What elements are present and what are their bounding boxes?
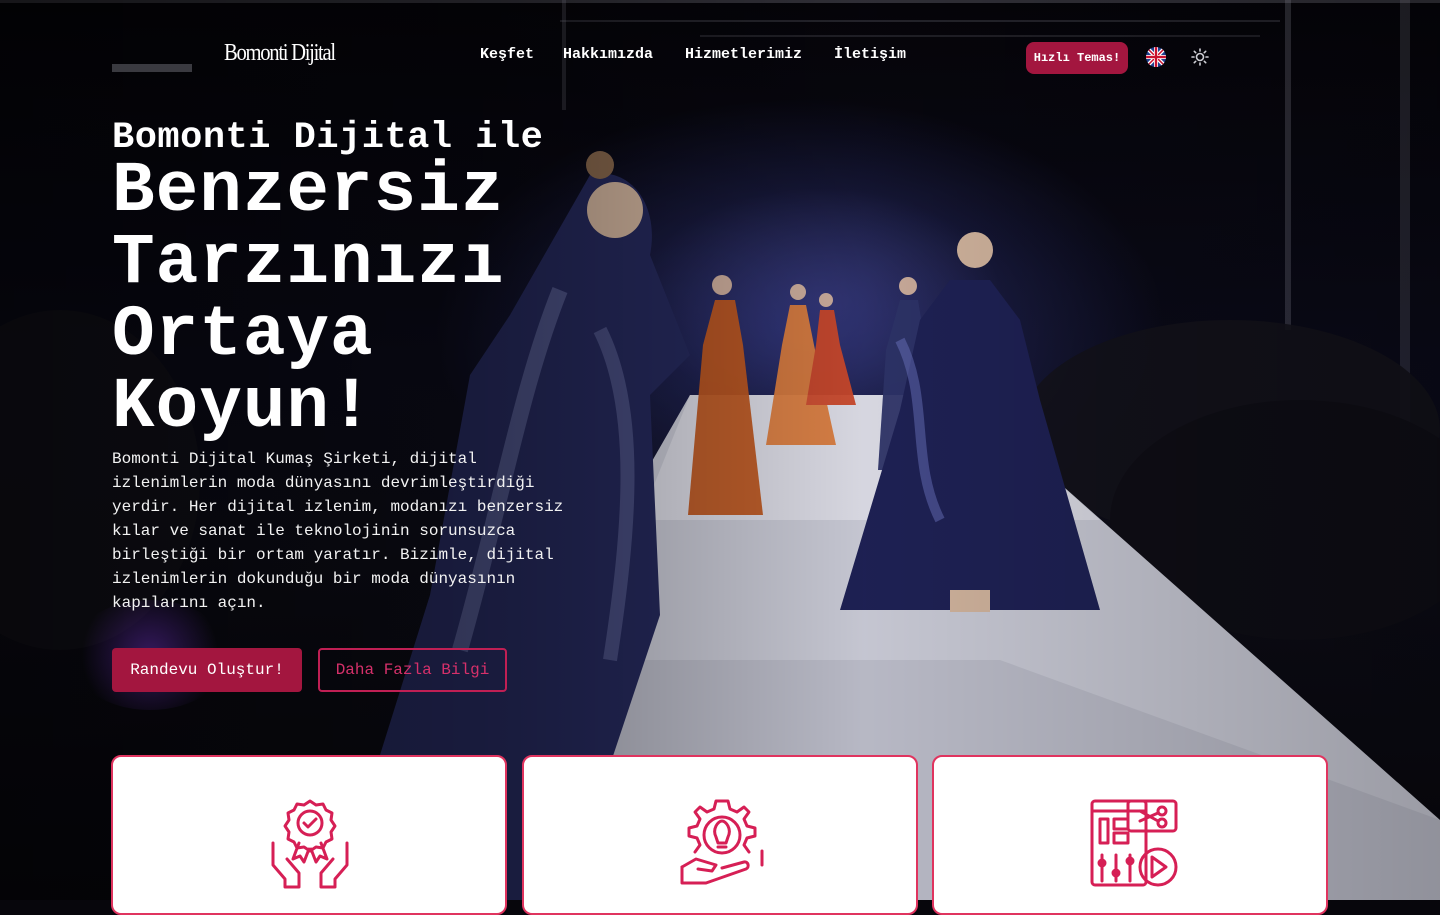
main-menu: Keşfet Hakkımızda Hizmetlerimiz İletişim bbox=[480, 46, 938, 63]
menu-toggle-bar[interactable] bbox=[112, 64, 192, 72]
brand-logo[interactable]: Bomonti Dijital bbox=[224, 40, 336, 67]
feature-card-2[interactable] bbox=[522, 755, 918, 915]
editing-tools-icon bbox=[1090, 799, 1178, 887]
quick-contact-button[interactable]: Hızlı Temas! bbox=[1026, 42, 1128, 74]
nav-link-hakkimizda[interactable]: Hakkımızda bbox=[563, 46, 653, 63]
navbar: Bomonti Dijital Keşfet Hakkımızda Hizmet… bbox=[0, 0, 1440, 112]
book-appointment-button[interactable]: Randevu Oluştur! bbox=[112, 648, 302, 692]
nav-link-kesfet[interactable]: Keşfet bbox=[480, 46, 534, 63]
uk-flag-icon[interactable] bbox=[1146, 47, 1166, 67]
award-hands-icon bbox=[271, 799, 349, 889]
nav-link-iletisim[interactable]: İletişim bbox=[834, 46, 906, 63]
sun-icon[interactable] bbox=[1191, 48, 1209, 66]
learn-more-button[interactable]: Daha Fazla Bilgi bbox=[318, 648, 507, 692]
feature-card-3[interactable] bbox=[932, 755, 1328, 915]
nav-link-hizmetlerimiz[interactable]: Hizmetlerimiz bbox=[685, 46, 802, 63]
hero-description: Bomonti Dijital Kumaş Şirketi, dijital i… bbox=[112, 450, 564, 612]
feature-card-1[interactable] bbox=[111, 755, 507, 915]
hero-headline: Benzersiz Tarzınızı Ortaya Koyun! bbox=[112, 152, 505, 448]
idea-gear-icon bbox=[680, 799, 764, 885]
